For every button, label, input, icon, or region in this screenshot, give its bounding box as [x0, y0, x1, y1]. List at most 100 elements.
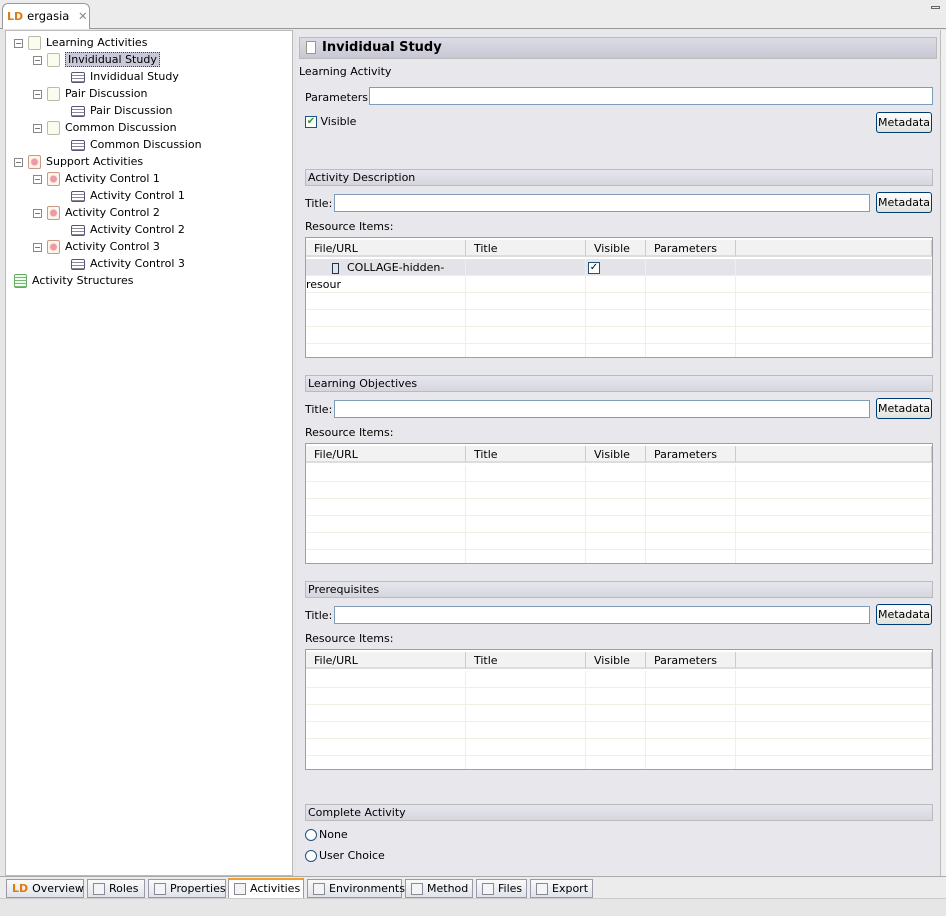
table-row[interactable] [306, 550, 932, 563]
tab-export[interactable]: Export [530, 879, 593, 898]
table-cell [466, 705, 586, 722]
close-icon[interactable]: ✕ [78, 9, 88, 23]
table-cell [586, 499, 646, 516]
collapse-icon[interactable]: − [33, 55, 42, 65]
tree-item[interactable]: − Learning Activities [14, 34, 147, 51]
tree-item[interactable]: − Support Activities [14, 153, 143, 170]
resource-items-table[interactable]: File/URL Title Visible Parameters [305, 649, 933, 770]
column-header[interactable]: Parameters [646, 652, 736, 669]
table-row[interactable] [306, 688, 932, 705]
column-header[interactable]: Parameters [646, 446, 736, 463]
table-row[interactable] [306, 293, 932, 310]
table-row[interactable] [306, 671, 932, 688]
tree-item[interactable]: Pair Discussion [71, 102, 172, 119]
title-input[interactable] [334, 194, 870, 212]
radio-icon [305, 829, 317, 841]
tree-item[interactable]: Common Discussion [71, 136, 202, 153]
tab-files[interactable]: Files [476, 879, 527, 898]
column-header[interactable]: Title [466, 446, 586, 463]
tab-roles[interactable]: Roles [87, 879, 145, 898]
radio-none[interactable]: None [305, 828, 348, 841]
tab-label: Activities [250, 882, 301, 895]
tree-item[interactable]: − Invididual Study [33, 51, 160, 68]
tree-item[interactable]: Activity Control 2 [71, 221, 185, 238]
tree-item[interactable]: Activity Control 1 [71, 187, 185, 204]
scrollbar[interactable] [940, 30, 946, 876]
visible-checkbox[interactable]: ✓ [588, 262, 600, 274]
title-input[interactable] [334, 400, 870, 418]
tree-item-label: Activity Structures [32, 274, 134, 287]
table-row[interactable] [306, 482, 932, 499]
tab-method[interactable]: Method [405, 879, 473, 898]
column-header[interactable]: Parameters [646, 240, 736, 257]
table-cell [586, 516, 646, 533]
title-input[interactable] [334, 606, 870, 624]
column-header[interactable]: Visible [586, 652, 646, 669]
table-row[interactable] [306, 465, 932, 482]
tree-item[interactable]: − Common Discussion [33, 119, 177, 136]
table-cell [306, 499, 466, 516]
tab-overview[interactable]: LD Overview [6, 879, 84, 898]
resource-items-table[interactable]: File/URL Title Visible Parameters COLLAGE-hi… [305, 237, 933, 358]
column-header[interactable]: Visible [586, 446, 646, 463]
collapse-icon[interactable]: − [33, 123, 42, 133]
table-row[interactable] [306, 722, 932, 739]
table-cell [306, 465, 466, 482]
collapse-icon[interactable]: − [33, 174, 42, 184]
editor-page-tabs: LD Overview Roles Properties Activities Envir… [0, 876, 946, 899]
tab-activities[interactable]: Activities [228, 878, 304, 899]
table-row[interactable] [306, 756, 932, 769]
ld-logo-icon: LD [12, 882, 29, 895]
radio-user-choice[interactable]: User Choice [305, 849, 385, 862]
collapse-icon[interactable]: − [33, 242, 42, 252]
table-cell [306, 688, 466, 705]
column-header[interactable]: Title [466, 240, 586, 257]
tab-properties[interactable]: Properties [148, 879, 226, 898]
table-row[interactable] [306, 499, 932, 516]
column-header[interactable] [736, 652, 932, 669]
tab-environments[interactable]: Environments [307, 879, 405, 898]
table-row[interactable] [306, 533, 932, 550]
metadata-button[interactable]: Metadata [876, 192, 932, 213]
minimize-button[interactable] [931, 6, 940, 9]
tree-item[interactable]: − Activity Control 2 [33, 204, 160, 221]
column-header[interactable] [736, 240, 932, 257]
metadata-button[interactable]: Metadata [876, 398, 932, 419]
tree-item[interactable]: − Pair Discussion [33, 85, 147, 102]
column-header[interactable]: File/URL [306, 240, 466, 257]
tree-item[interactable]: Activity Control 3 [71, 255, 185, 272]
column-header[interactable]: File/URL [306, 652, 466, 669]
table-row[interactable] [306, 344, 932, 357]
table-cell [306, 756, 466, 769]
roles-icon [93, 883, 105, 895]
tree-item-label: Activity Control 2 [65, 206, 160, 219]
editor-tab[interactable]: LD ergasia ✕ [2, 3, 90, 29]
table-cell [586, 739, 646, 756]
collapse-icon[interactable]: − [14, 157, 23, 167]
collapse-icon[interactable]: − [33, 208, 42, 218]
resource-items-table[interactable]: File/URL Title Visible Parameters [305, 443, 933, 564]
table-row[interactable] [306, 327, 932, 344]
tree-item[interactable]: Invididual Study [71, 68, 179, 85]
table-row[interactable] [306, 310, 932, 327]
ld-logo-icon: LD [7, 10, 24, 23]
table-row[interactable]: COLLAGE-hidden-resour ✓ [306, 259, 932, 291]
parameters-input[interactable] [369, 87, 933, 105]
table-row[interactable] [306, 516, 932, 533]
column-header[interactable]: Visible [586, 240, 646, 257]
table-row[interactable] [306, 276, 932, 293]
visible-checkbox[interactable]: ✔ Visible [305, 115, 356, 128]
column-header[interactable]: File/URL [306, 446, 466, 463]
metadata-button[interactable]: Metadata [876, 604, 932, 625]
table-row[interactable] [306, 739, 932, 756]
column-header[interactable] [736, 446, 932, 463]
table-cell [646, 482, 736, 499]
tree-item[interactable]: − Activity Control 3 [33, 238, 160, 255]
column-header[interactable]: Title [466, 652, 586, 669]
metadata-button[interactable]: Metadata [876, 112, 932, 133]
collapse-icon[interactable]: − [14, 38, 23, 48]
tree-item[interactable]: Activity Structures [14, 272, 134, 289]
collapse-icon[interactable]: − [33, 89, 42, 99]
tree-item[interactable]: − Activity Control 1 [33, 170, 160, 187]
table-row[interactable] [306, 705, 932, 722]
